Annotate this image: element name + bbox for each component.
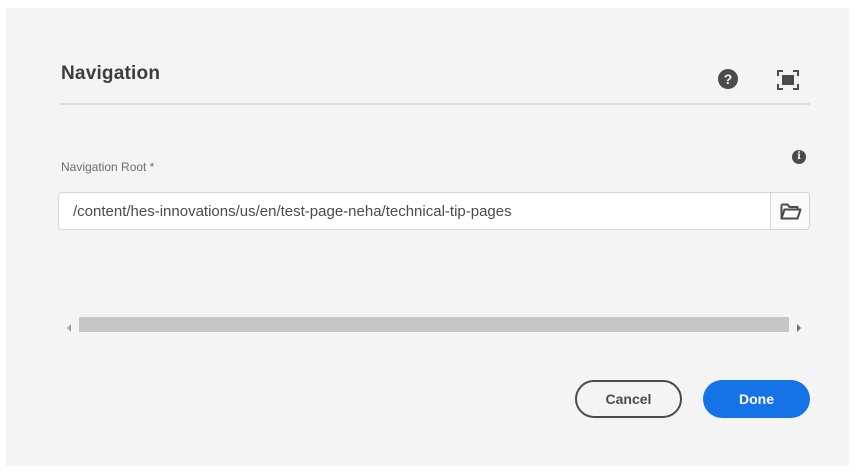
header-divider (60, 103, 810, 105)
horizontal-scrollbar[interactable] (79, 317, 789, 332)
navigation-root-label: Navigation Root * (61, 160, 155, 174)
cancel-button[interactable]: Cancel (575, 380, 682, 418)
info-icon[interactable]: i (792, 150, 806, 164)
navigation-dialog: Navigation ? Navigation Root * i Cancel … (6, 8, 849, 466)
help-circle-icon[interactable]: ? (718, 69, 738, 89)
arrow-right-icon[interactable] (795, 320, 803, 332)
navigation-root-input[interactable] (58, 192, 770, 230)
dialog-title: Navigation (61, 63, 161, 84)
arrow-left-icon[interactable] (65, 320, 73, 332)
fullscreen-icon[interactable] (777, 70, 799, 90)
done-button[interactable]: Done (703, 380, 810, 418)
browse-path-button[interactable] (770, 192, 810, 230)
